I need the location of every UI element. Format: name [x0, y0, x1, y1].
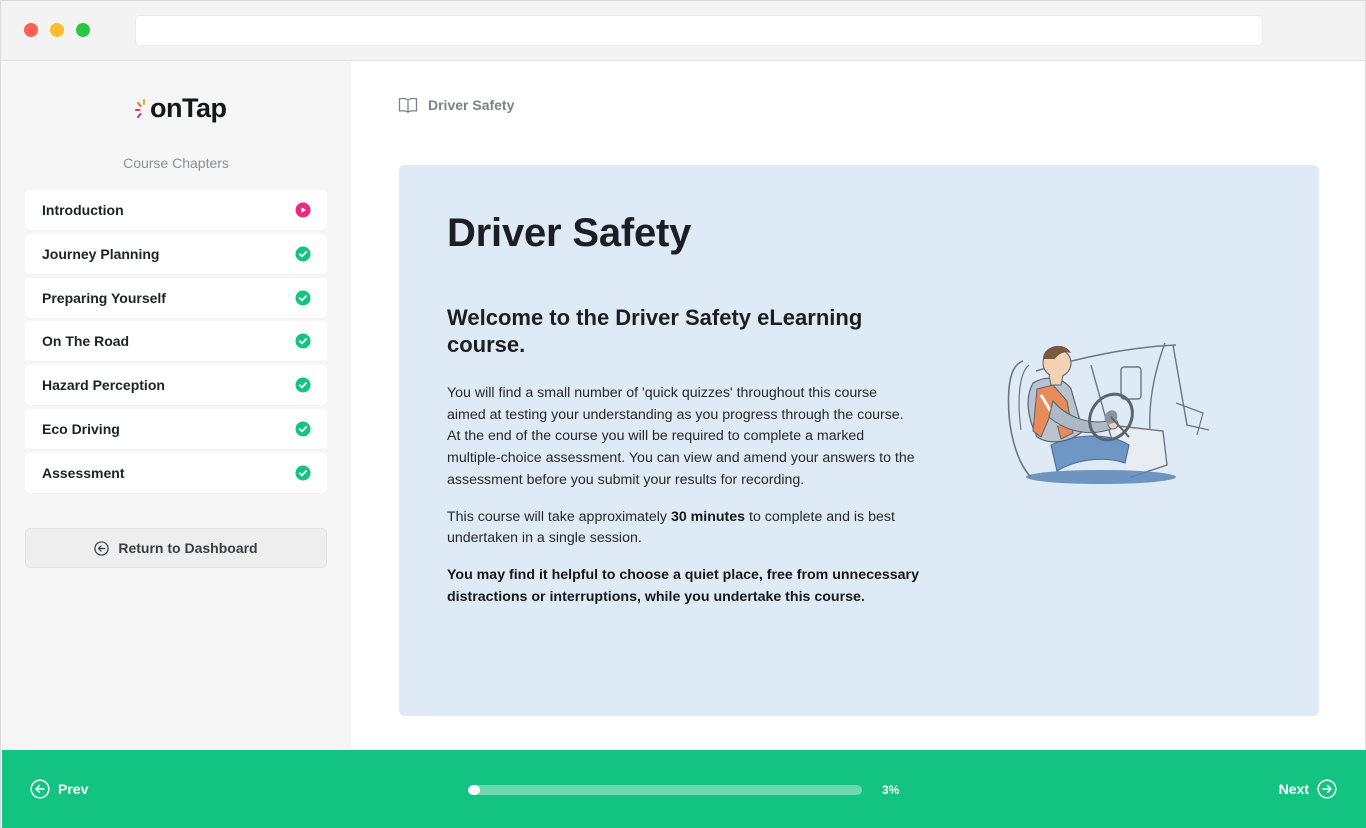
lesson-card: Driver Safety Welcome to the Driver Safe… — [399, 165, 1319, 716]
chapter-item-hazard-perception[interactable]: Hazard Perception — [25, 365, 327, 406]
return-to-dashboard-button[interactable]: Return to Dashboard — [25, 528, 327, 568]
check-circle-icon — [295, 421, 311, 437]
arrow-left-circle-icon — [30, 779, 50, 799]
lesson-title: Driver Safety — [447, 211, 692, 255]
chapter-item-eco-driving[interactable]: Eco Driving — [25, 408, 327, 449]
arrow-left-circle-icon — [94, 540, 110, 556]
advice-paragraph: You may find it helpful to choose a quie… — [447, 565, 919, 608]
chapter-item-journey-planning[interactable]: Journey Planning — [25, 233, 327, 274]
check-circle-icon — [295, 290, 311, 306]
chapter-label: On The Road — [42, 333, 130, 350]
maximize-window-button[interactable] — [76, 23, 90, 37]
breadcrumb: Driver Safety — [398, 97, 514, 113]
book-icon — [398, 97, 418, 113]
chapter-item-introduction[interactable]: Introduction — [25, 190, 327, 230]
course-progress-label: 3% — [882, 783, 900, 797]
arrow-right-circle-icon — [1317, 779, 1337, 799]
check-circle-icon — [295, 377, 311, 393]
chapter-label: Assessment — [42, 464, 125, 481]
duration-text-before: This course will take approximately — [447, 508, 671, 525]
chapter-list: Introduction Journey Planning Preparing … — [25, 190, 327, 497]
truck-driver-illustration — [1007, 342, 1210, 484]
logo-sunburst-icon — [135, 95, 149, 121]
chapter-label: Journey Planning — [42, 245, 160, 262]
chapter-label: Introduction — [42, 202, 124, 218]
next-label: Next — [1278, 781, 1309, 797]
minimize-window-button[interactable] — [50, 23, 64, 37]
course-progress-fill — [468, 785, 480, 795]
advice-text: You may find it helpful to choose a quie… — [447, 566, 919, 605]
duration-paragraph: This course will take approximately 30 m… — [447, 507, 919, 550]
course-progress-bar — [468, 785, 862, 795]
course-footer-nav: Prev 3% Next — [2, 750, 1366, 828]
chapter-item-assessment[interactable]: Assessment — [25, 452, 327, 493]
breadcrumb-course-title[interactable]: Driver Safety — [428, 97, 514, 113]
browser-window: onTap Course Chapters Introduction Journ… — [0, 0, 1366, 828]
chapter-label: Preparing Yourself — [42, 289, 166, 306]
logo-text: onTap — [150, 92, 227, 123]
course-chapters-heading: Course Chapters — [123, 155, 229, 171]
chapter-item-preparing-yourself[interactable]: Preparing Yourself — [25, 277, 327, 318]
return-to-dashboard-label: Return to Dashboard — [118, 540, 258, 556]
prev-button[interactable]: Prev — [30, 779, 88, 799]
ontap-logo[interactable]: onTap — [135, 90, 227, 126]
close-window-button[interactable] — [24, 23, 38, 37]
chapter-label: Eco Driving — [42, 420, 120, 437]
check-circle-icon — [295, 246, 311, 262]
duration-value: 30 minutes — [670, 508, 746, 525]
window-titlebar — [1, 1, 1365, 61]
lesson-body: You will find a small number of 'quick q… — [447, 383, 919, 623]
chapter-item-on-the-road[interactable]: On The Road — [25, 321, 327, 362]
lesson-subtitle: Welcome to the Driver Safety eLearning c… — [447, 305, 863, 357]
next-button[interactable]: Next — [1279, 779, 1337, 799]
play-circle-icon — [295, 202, 311, 218]
check-circle-icon — [295, 333, 311, 349]
intro-paragraph: You will find a small number of 'quick q… — [447, 385, 915, 488]
course-sidebar: onTap Course Chapters Introduction Journ… — [1, 62, 351, 750]
lesson-content: Driver Safety Driver Safety Welcome to t… — [351, 62, 1365, 750]
prev-label: Prev — [58, 781, 89, 797]
check-circle-icon — [295, 465, 311, 481]
address-bar[interactable] — [135, 15, 1263, 46]
chapter-label: Hazard Perception — [42, 377, 165, 394]
